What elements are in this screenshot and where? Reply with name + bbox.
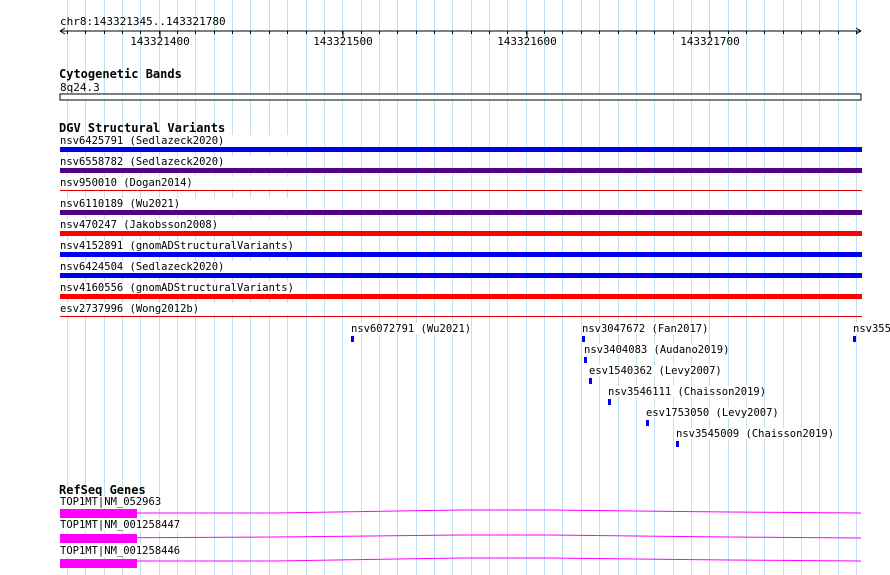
dgv-feature[interactable]: nsv6110189 (Wu2021): [60, 198, 862, 215]
dgv-feature-bar[interactable]: [60, 147, 862, 152]
dgv-small-feature-mark[interactable]: [351, 336, 354, 342]
dgv-small-feature-label: nsv3047672 (Fan2017): [582, 323, 708, 335]
dgv-small-feature-mark[interactable]: [676, 441, 679, 447]
dgv-feature-label: nsv6110189 (Wu2021): [60, 198, 180, 210]
dgv-small-feature[interactable]: nsv3545009 (Chaisson2019): [676, 428, 834, 447]
dgv-feature-label: nsv470247 (Jakobsson2008): [60, 219, 218, 231]
dgv-feature-label: nsv950010 (Dogan2014): [60, 177, 193, 189]
refseq-transcript-label: TOP1MT|NM_001258446: [60, 545, 180, 557]
dgv-small-feature[interactable]: nsv6072791 (Wu2021): [351, 323, 471, 342]
dgv-small-feature[interactable]: nsv355: [853, 323, 890, 342]
dgv-small-feature-mark[interactable]: [853, 336, 856, 342]
dgv-feature-bar[interactable]: [60, 252, 862, 257]
genome-tracks-canvas: chr8:143321345..143321780 143321400 1433…: [59, 0, 890, 575]
dgv-feature-bar[interactable]: [60, 294, 862, 299]
ruler-tick-label: 143321600: [497, 35, 557, 48]
dgv-small-feature-label: esv1540362 (Levy2007): [589, 365, 722, 377]
dgv-small-feature[interactable]: esv1753050 (Levy2007): [646, 407, 779, 426]
refseq-transcript[interactable]: TOP1MT|NM_052963: [60, 496, 862, 518]
ruler-tick-label: 143321500: [313, 35, 373, 48]
dgv-feature-label: esv2737996 (Wong2012b): [60, 303, 199, 315]
dgv-feature-label: nsv4152891 (gnomADStructuralVariants): [60, 240, 294, 252]
refseq-intron-line: [60, 557, 862, 562]
ruler[interactable]: chr8:143321345..143321780 143321400 1433…: [59, 15, 862, 48]
refseq-exon[interactable]: [60, 509, 137, 518]
dgv-small-feature-mark[interactable]: [646, 420, 649, 426]
dgv-feature-bar[interactable]: [60, 231, 862, 236]
dgv-feature-label: nsv6424504 (Sedlazeck2020): [60, 261, 224, 273]
dgv-small-feature-mark[interactable]: [608, 399, 611, 405]
dgv-feature-bar[interactable]: [60, 210, 862, 215]
dgv-small-feature-label: nsv3545009 (Chaisson2019): [676, 428, 834, 440]
dgv-small-feature[interactable]: nsv3404083 (Audano2019): [584, 344, 729, 363]
genome-browser-view: chr8:143321345..143321780 143321400 1433…: [0, 0, 890, 575]
ruler-tick-label: 143321700: [680, 35, 740, 48]
refseq-track-title: RefSeq Genes: [59, 483, 146, 497]
dgv-feature[interactable]: nsv6425791 (Sedlazeck2020): [60, 135, 862, 152]
dgv-small-feature[interactable]: nsv3047672 (Fan2017): [582, 323, 708, 342]
dgv-feature-bar[interactable]: [60, 190, 862, 191]
dgv-track[interactable]: DGV Structural Variants nsv6425791 (Sedl…: [59, 121, 890, 447]
refseq-transcript[interactable]: TOP1MT|NM_001258447: [59, 519, 862, 543]
ruler-location: chr8:143321345..143321780: [60, 15, 226, 28]
dgv-small-feature-mark[interactable]: [584, 357, 587, 363]
dgv-feature[interactable]: esv2737996 (Wong2012b): [60, 303, 862, 317]
dgv-feature[interactable]: nsv6424504 (Sedlazeck2020): [60, 261, 862, 278]
dgv-track-title: DGV Structural Variants: [59, 121, 225, 135]
dgv-small-feature-label: nsv3546111 (Chaisson2019): [608, 386, 766, 398]
dgv-small-feature-label: nsv355: [853, 323, 890, 335]
dgv-small-feature-label: nsv6072791 (Wu2021): [351, 323, 471, 335]
dgv-feature[interactable]: nsv950010 (Dogan2014): [60, 177, 862, 191]
dgv-small-feature-label: esv1753050 (Levy2007): [646, 407, 779, 419]
dgv-small-feature-mark[interactable]: [589, 378, 592, 384]
refseq-transcript[interactable]: TOP1MT|NM_001258446: [60, 545, 862, 568]
refseq-transcript-label: TOP1MT|NM_001258447: [60, 519, 180, 531]
dgv-feature-label: nsv4160556 (gnomADStructuralVariants): [60, 282, 294, 294]
cytoband-bar[interactable]: [59, 93, 862, 101]
refseq-exon[interactable]: [60, 534, 137, 543]
refseq-transcript-label: TOP1MT|NM_052963: [60, 496, 161, 508]
dgv-small-feature[interactable]: nsv3546111 (Chaisson2019): [608, 386, 766, 405]
dgv-small-feature-label: nsv3404083 (Audano2019): [584, 344, 729, 356]
cytoband-track-title: Cytogenetic Bands: [59, 67, 182, 81]
dgv-feature-bar[interactable]: [60, 273, 862, 278]
refseq-exon[interactable]: [60, 559, 137, 568]
dgv-feature-bar[interactable]: [60, 168, 862, 173]
refseq-track[interactable]: RefSeq Genes TOP1MT|NM_052963 TOP1MT|NM_…: [59, 483, 862, 568]
refseq-intron-line: [59, 534, 862, 539]
dgv-feature-bar[interactable]: [60, 316, 862, 317]
dgv-feature-label: nsv6425791 (Sedlazeck2020): [60, 135, 224, 147]
cytoband-track[interactable]: Cytogenetic Bands 8q24.3: [59, 67, 862, 101]
dgv-small-feature[interactable]: esv1540362 (Levy2007): [589, 365, 722, 384]
refseq-intron-line: [60, 509, 862, 514]
ruler-tick-label: 143321400: [130, 35, 190, 48]
dgv-feature[interactable]: nsv470247 (Jakobsson2008): [60, 219, 862, 236]
dgv-feature[interactable]: nsv4152891 (gnomADStructuralVariants): [60, 240, 862, 257]
dgv-small-feature-mark[interactable]: [582, 336, 585, 342]
cytoband-label: 8q24.3: [60, 81, 100, 94]
dgv-feature[interactable]: nsv6558782 (Sedlazeck2020): [60, 156, 862, 173]
dgv-feature-label: nsv6558782 (Sedlazeck2020): [60, 156, 224, 168]
dgv-feature[interactable]: nsv4160556 (gnomADStructuralVariants): [60, 282, 862, 299]
